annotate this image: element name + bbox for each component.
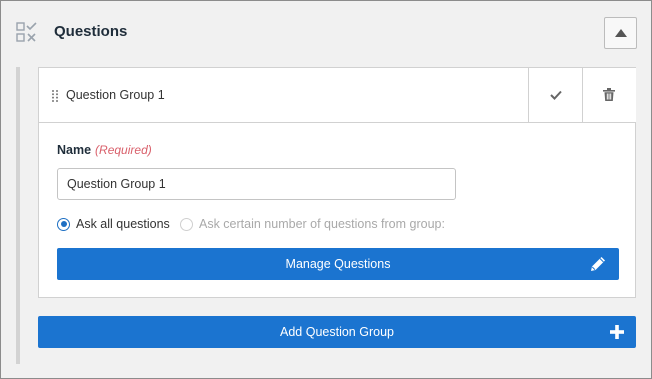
group-rail <box>16 67 20 364</box>
manage-questions-label: Manage Questions <box>285 257 391 271</box>
group-header: Question Group 1 <box>39 68 636 123</box>
radio-button-selected[interactable] <box>57 217 70 231</box>
question-group-card: Question Group 1 Name (Required) Questio… <box>38 67 636 298</box>
trash-icon <box>603 88 615 101</box>
panel-header: Questions <box>1 1 651 63</box>
confirm-button[interactable] <box>528 68 582 122</box>
group-title: Question Group 1 <box>66 88 165 102</box>
checklist-icon <box>16 22 38 42</box>
radio-ask-certain-label: Ask certain number of questions from gro… <box>199 217 445 231</box>
panel-title: Questions <box>54 23 128 40</box>
plus-icon <box>610 325 624 339</box>
group-name-input[interactable] <box>57 168 456 200</box>
radio-ask-all[interactable]: Ask all questions <box>57 217 170 231</box>
check-icon <box>550 90 562 100</box>
questions-panel: Questions Question Group 1 Name (Require… <box>0 0 652 379</box>
manage-questions-button[interactable]: Manage Questions <box>57 248 619 280</box>
delete-group-button[interactable] <box>582 68 636 122</box>
required-indicator: (Required) <box>95 143 152 157</box>
chevron-up-icon <box>615 29 627 37</box>
name-label: Name (Required) <box>57 143 152 157</box>
add-question-group-button[interactable]: Add Question Group <box>38 316 636 348</box>
add-question-group-label: Add Question Group <box>280 325 394 339</box>
radio-button-disabled <box>180 217 193 231</box>
radio-ask-certain: Ask certain number of questions from gro… <box>180 217 445 231</box>
radio-ask-all-label: Ask all questions <box>76 217 170 231</box>
name-label-text: Name <box>57 143 92 157</box>
pencil-icon <box>591 257 605 271</box>
collapse-button[interactable] <box>604 17 637 49</box>
drag-handle-icon[interactable] <box>52 89 58 102</box>
